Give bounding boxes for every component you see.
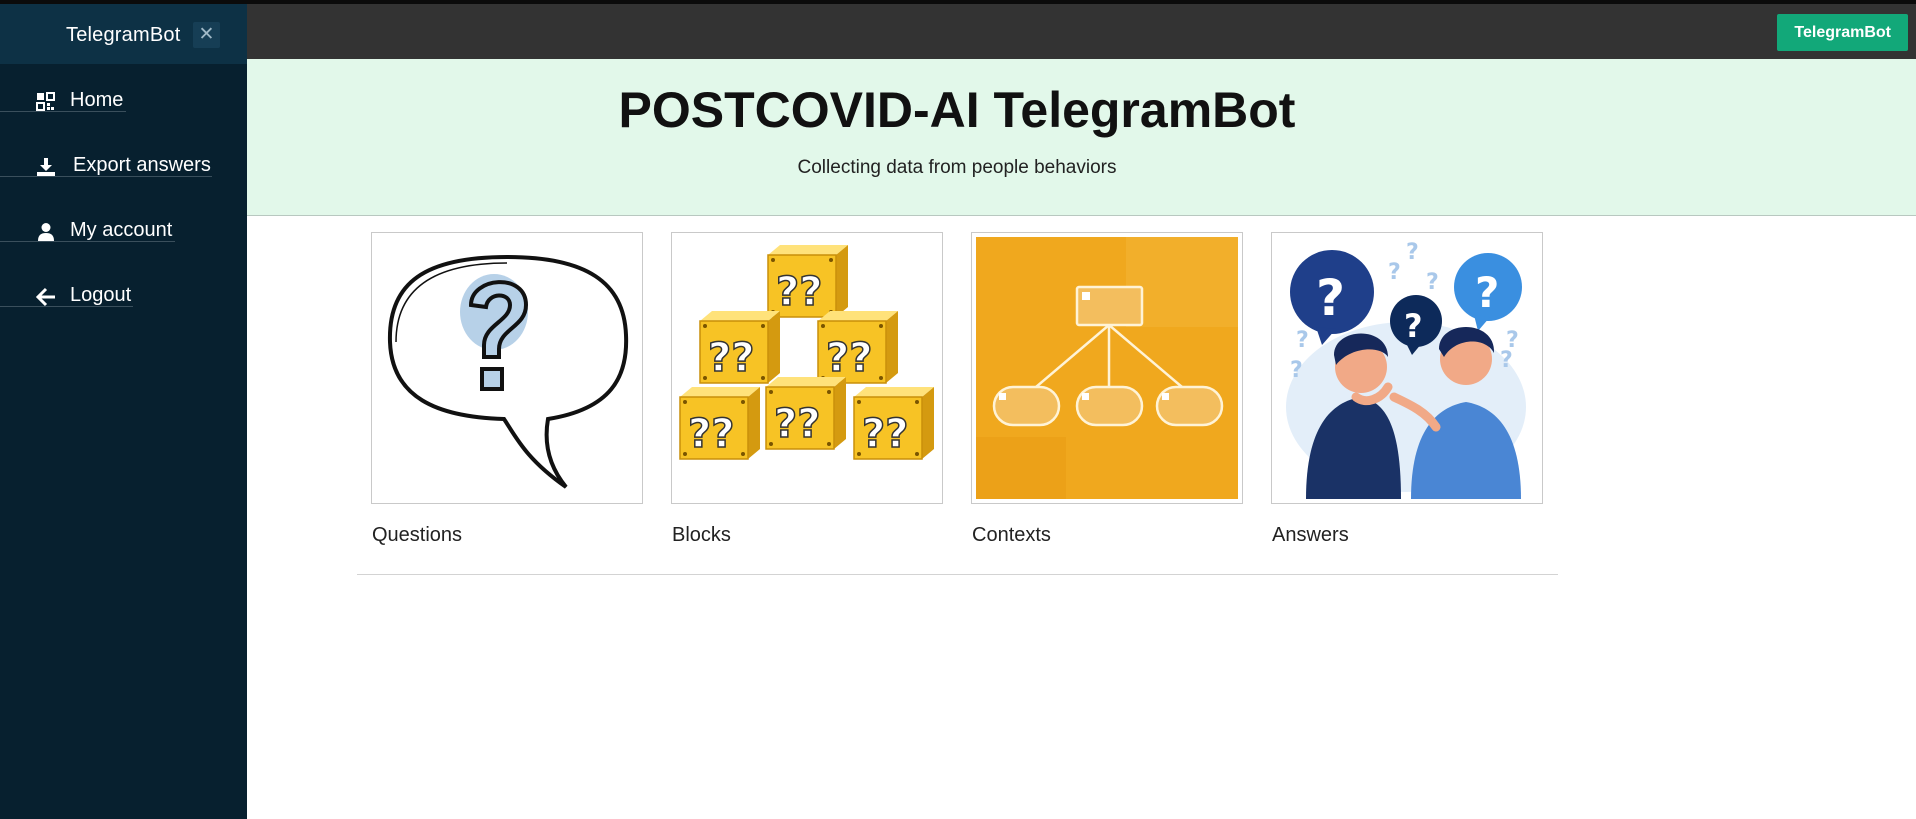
- card-blocks[interactable]: ?? Blocks: [671, 232, 943, 547]
- people-thinking-icon: ??? ???? ? ? ?: [1276, 237, 1538, 499]
- svg-text:?: ?: [1426, 270, 1439, 295]
- sidebar-item-my-account[interactable]: My account: [0, 216, 175, 246]
- svg-text:?: ?: [1404, 307, 1423, 345]
- question-blocks-icon: ??: [676, 237, 938, 499]
- card-label: Answers: [1272, 524, 1349, 546]
- page-title: POSTCOVID-AI TelegramBot: [618, 82, 1296, 138]
- card-label: Questions: [372, 524, 463, 546]
- sidebar-item-label: Home: [70, 89, 124, 111]
- dashboard-grid-icon: [36, 92, 55, 111]
- sidebar-item-label: My account: [70, 219, 173, 241]
- card-questions[interactable]: Questions: [371, 232, 643, 547]
- sidebar-item-label: Logout: [70, 284, 132, 306]
- card-label: Contexts: [972, 524, 1051, 546]
- card-answers[interactable]: ??? ???? ? ? ? Answers: [1271, 232, 1543, 547]
- sidebar-header: TelegramBot ✕: [0, 4, 247, 64]
- hero-banner: POSTCOVID-AI TelegramBot Collecting data…: [247, 59, 1916, 216]
- hierarchy-diagram-icon: [976, 237, 1238, 499]
- card-image-frame: [971, 232, 1243, 504]
- nav-underline: [0, 176, 212, 177]
- speech-bubble-question-icon: [376, 237, 638, 499]
- download-icon: [37, 158, 55, 176]
- content-divider: [357, 574, 1558, 575]
- svg-text:?: ?: [1296, 328, 1309, 353]
- svg-text:?: ?: [1316, 269, 1345, 327]
- card-image-frame: ??: [671, 232, 943, 504]
- user-icon: [38, 223, 54, 241]
- arrow-left-icon: [36, 287, 55, 307]
- telegrambot-button[interactable]: TelegramBot: [1777, 14, 1908, 51]
- sidebar-brand: TelegramBot: [66, 24, 181, 46]
- sidebar: TelegramBot ✕ Home Export answers My acc…: [0, 4, 247, 819]
- nav-underline: [0, 111, 126, 112]
- svg-text:?: ?: [1388, 260, 1401, 285]
- page-subtitle: Collecting data from people behaviors: [797, 157, 1117, 178]
- nav-underline: [0, 306, 133, 307]
- svg-text:?: ?: [1500, 348, 1513, 373]
- sidebar-item-export-answers[interactable]: Export answers: [0, 151, 212, 181]
- sidebar-item-logout[interactable]: Logout: [0, 281, 133, 311]
- svg-text:?: ?: [1475, 268, 1499, 317]
- sidebar-item-home[interactable]: Home: [0, 86, 126, 116]
- top-bar: TelegramBot: [247, 4, 1916, 59]
- card-contexts[interactable]: Contexts: [971, 232, 1243, 547]
- close-sidebar-button[interactable]: ✕: [193, 22, 220, 48]
- nav-underline: [0, 241, 175, 242]
- svg-text:?: ?: [1406, 240, 1419, 265]
- card-image-frame: [371, 232, 643, 504]
- card-image-frame: ??? ???? ? ? ?: [1271, 232, 1543, 504]
- sidebar-item-label: Export answers: [73, 154, 211, 176]
- svg-text:?: ?: [1290, 358, 1303, 383]
- card-label: Blocks: [672, 524, 731, 546]
